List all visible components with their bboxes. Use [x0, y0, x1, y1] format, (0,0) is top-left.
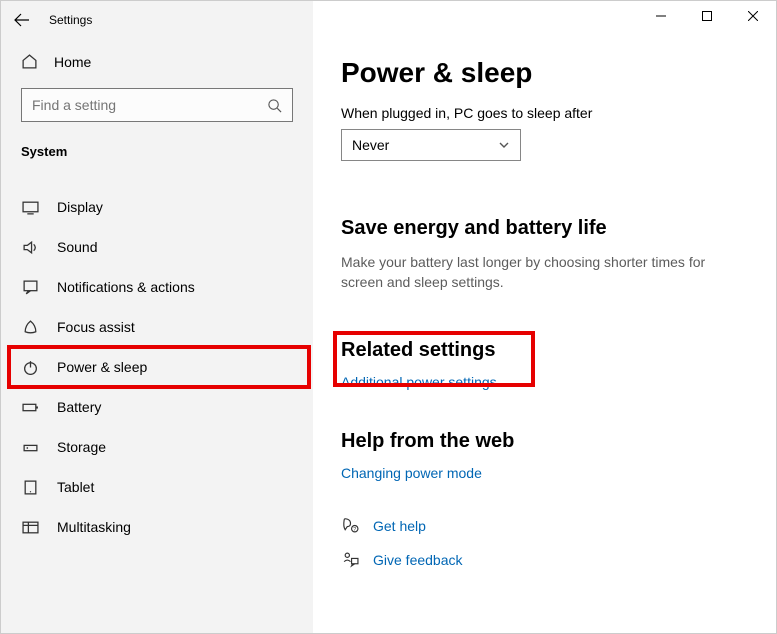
- sidebar-item-tablet[interactable]: Tablet: [1, 467, 313, 507]
- sidebar-item-battery[interactable]: Battery: [1, 387, 313, 427]
- notifications-icon: [21, 278, 39, 296]
- give-feedback-link[interactable]: Give feedback: [373, 552, 463, 568]
- sidebar-item-label: Tablet: [57, 479, 94, 495]
- arrow-left-icon: [14, 12, 30, 28]
- storage-icon: [21, 438, 39, 456]
- section-label: System: [1, 130, 313, 169]
- search-input[interactable]: [21, 88, 293, 122]
- sidebar-item-multitasking[interactable]: Multitasking: [1, 507, 313, 547]
- nav-list: Display Sound Notifications & actions Fo…: [1, 187, 313, 547]
- titlebar: Settings: [1, 1, 776, 39]
- home-label: Home: [54, 54, 91, 70]
- page-title: Power & sleep: [341, 57, 748, 89]
- sidebar-item-label: Display: [57, 199, 103, 215]
- sidebar-item-notifications[interactable]: Notifications & actions: [1, 267, 313, 307]
- search-icon: [267, 98, 282, 113]
- additional-power-settings-link[interactable]: Additional power settings: [341, 374, 497, 390]
- multitasking-icon: [21, 518, 39, 536]
- help-heading: Help from the web: [341, 430, 748, 453]
- focus-assist-icon: [21, 318, 39, 336]
- sidebar-item-storage[interactable]: Storage: [1, 427, 313, 467]
- close-button[interactable]: [730, 1, 776, 31]
- get-help-link[interactable]: Get help: [373, 518, 426, 534]
- sidebar-item-display[interactable]: Display: [1, 187, 313, 227]
- maximize-button[interactable]: [684, 1, 730, 31]
- search-field[interactable]: [32, 97, 267, 113]
- chevron-down-icon: [498, 139, 510, 151]
- content-pane: Power & sleep When plugged in, PC goes t…: [313, 39, 776, 633]
- changing-power-mode-link[interactable]: Changing power mode: [341, 465, 482, 481]
- give-feedback-row[interactable]: Give feedback: [341, 543, 748, 577]
- feedback-icon: [341, 551, 359, 569]
- home-nav[interactable]: Home: [1, 45, 313, 78]
- sidebar-item-label: Power & sleep: [57, 359, 147, 375]
- sidebar-item-label: Storage: [57, 439, 106, 455]
- sleep-dropdown[interactable]: Never: [341, 129, 521, 161]
- sidebar-item-label: Battery: [57, 399, 101, 415]
- sidebar-item-label: Sound: [57, 239, 97, 255]
- get-help-icon: ?: [341, 517, 359, 535]
- minimize-icon: [656, 11, 666, 21]
- energy-text: Make your battery last longer by choosin…: [341, 252, 721, 293]
- sidebar-item-sound[interactable]: Sound: [1, 227, 313, 267]
- display-icon: [21, 198, 39, 216]
- svg-text:?: ?: [353, 527, 356, 533]
- sound-icon: [21, 238, 39, 256]
- energy-heading: Save energy and battery life: [341, 217, 748, 240]
- sidebar-item-label: Focus assist: [57, 319, 135, 335]
- sidebar-item-label: Notifications & actions: [57, 279, 195, 295]
- tablet-icon: [21, 478, 39, 496]
- minimize-button[interactable]: [638, 1, 684, 31]
- sidebar-item-focus-assist[interactable]: Focus assist: [1, 307, 313, 347]
- power-icon: [21, 358, 39, 376]
- sidebar: Home System Display Sound Notificatio: [1, 39, 313, 633]
- sidebar-item-power-sleep[interactable]: Power & sleep: [1, 347, 313, 387]
- related-heading: Related settings: [341, 339, 748, 362]
- sleep-label: When plugged in, PC goes to sleep after: [341, 105, 748, 121]
- maximize-icon: [702, 11, 712, 21]
- dropdown-value: Never: [352, 137, 389, 153]
- close-icon: [748, 11, 758, 21]
- home-icon: [21, 53, 38, 70]
- window-title: Settings: [49, 13, 92, 27]
- sidebar-item-label: Multitasking: [57, 519, 131, 535]
- back-button[interactable]: [13, 11, 31, 29]
- get-help-row[interactable]: ? Get help: [341, 509, 748, 543]
- battery-icon: [21, 398, 39, 416]
